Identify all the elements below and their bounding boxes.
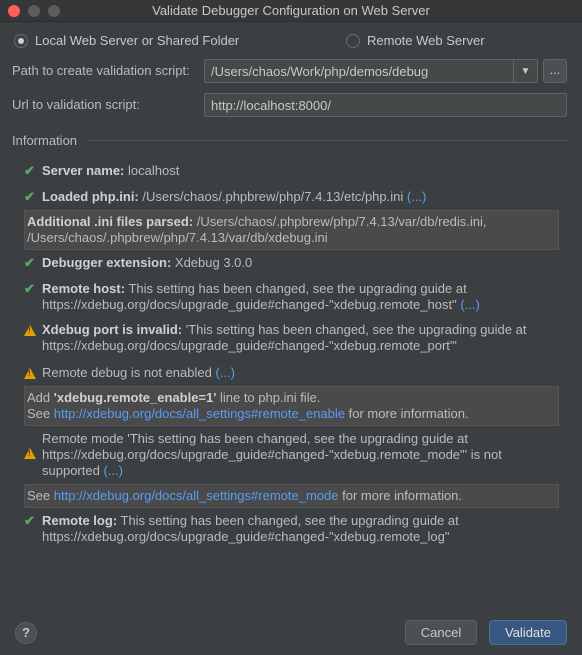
- remote-debug-more-link[interactable]: (...): [215, 365, 235, 380]
- remote-mode-line2: https://xdebug.org/docs/upgrade_guide#ch…: [42, 447, 502, 462]
- remote-enable-box: Add 'xdebug.remote_enable=1' line to php…: [24, 386, 559, 426]
- remote-mode-item: Remote mode 'This setting has been chang…: [24, 431, 502, 479]
- validate-button[interactable]: Validate: [489, 620, 567, 645]
- port-invalid-key: Xdebug port is invalid:: [42, 322, 183, 337]
- remote-host-more-link[interactable]: (...): [460, 297, 480, 312]
- port-invalid-value1: 'This setting has been changed, see the …: [182, 322, 527, 337]
- remote-log-item: ✔ Remote log: This setting has been chan…: [24, 513, 459, 545]
- remote-enable-tail: for more information.: [345, 406, 469, 421]
- path-value: /Users/chaos/Work/php/demos/debug: [211, 64, 429, 79]
- loaded-ini-item: ✔ Loaded php.ini: /Users/chaos/.phpbrew/…: [24, 189, 426, 205]
- remote-mode-line3: supported: [42, 463, 104, 478]
- server-name-item: ✔ Server name: localhost: [24, 163, 179, 179]
- remote-host-value2: https://xdebug.org/docs/upgrade_guide#ch…: [42, 297, 461, 312]
- remote-enable-key: 'xdebug.remote_enable=1': [53, 390, 217, 405]
- remote-mode-see: See: [27, 488, 54, 503]
- remote-enable-post: line to php.ini file.: [216, 390, 321, 405]
- local-server-label: Local Web Server or Shared Folder: [35, 33, 240, 48]
- additional-ini-value1: /Users/chaos/.phpbrew/php/7.4.13/var/db/…: [193, 214, 487, 229]
- remote-host-key: Remote host:: [42, 281, 126, 296]
- url-input[interactable]: [205, 94, 566, 116]
- information-section: Information: [12, 133, 568, 148]
- remote-debug-item: Remote debug is not enabled (...): [24, 365, 235, 381]
- remote-log-value2: https://xdebug.org/docs/upgrade_guide#ch…: [42, 529, 450, 544]
- browse-button[interactable]: ...: [543, 59, 567, 83]
- chevron-down-icon[interactable]: ▼: [513, 60, 537, 82]
- remote-server-label: Remote Web Server: [367, 33, 485, 48]
- check-icon: ✔: [24, 255, 35, 270]
- path-combobox[interactable]: /Users/chaos/Work/php/demos/debug ▼: [204, 59, 538, 83]
- warning-icon: [24, 325, 36, 336]
- remote-debug-text: Remote debug is not enabled: [42, 365, 216, 380]
- title-bar: Validate Debugger Configuration on Web S…: [0, 0, 582, 22]
- radio-unselected-icon: [346, 33, 360, 48]
- remote-enable-see: See: [27, 406, 54, 421]
- remote-mode-tail: for more information.: [338, 488, 463, 503]
- debugger-extension-item: ✔ Debugger extension: Xdebug 3.0.0: [24, 255, 252, 271]
- port-invalid-item: Xdebug port is invalid: 'This setting ha…: [24, 322, 526, 354]
- remote-host-value1: This setting has been changed, see the u…: [125, 281, 467, 296]
- additional-ini-value2: /Users/chaos/.phpbrew/php/7.4.13/var/db/…: [27, 230, 328, 245]
- section-divider: [87, 140, 568, 141]
- remote-log-value1: This setting has been changed, see the u…: [117, 513, 459, 528]
- warning-icon: [24, 368, 36, 379]
- local-server-radio[interactable]: Local Web Server or Shared Folder: [14, 33, 239, 48]
- debugger-extension-value: Xdebug 3.0.0: [171, 255, 253, 270]
- server-name-value: localhost: [124, 163, 180, 178]
- debugger-extension-key: Debugger extension:: [42, 255, 172, 270]
- radio-selected-icon: [14, 33, 28, 48]
- help-button[interactable]: ?: [15, 622, 37, 644]
- loaded-ini-more-link[interactable]: (...): [407, 189, 427, 204]
- remote-mode-box: See http://xdebug.org/docs/all_settings#…: [24, 484, 559, 508]
- path-label: Path to create validation script:: [12, 63, 190, 78]
- check-icon: ✔: [24, 163, 35, 178]
- check-icon: ✔: [24, 189, 35, 204]
- server-name-key: Server name:: [42, 163, 125, 178]
- cancel-button[interactable]: Cancel: [405, 620, 477, 645]
- url-field[interactable]: [204, 93, 567, 117]
- remote-log-key: Remote log:: [42, 513, 118, 528]
- additional-ini-box: Additional .ini files parsed: /Users/cha…: [24, 210, 559, 250]
- check-icon: ✔: [24, 281, 35, 296]
- remote-enable-pre: Add: [27, 390, 54, 405]
- url-label: Url to validation script:: [12, 97, 140, 112]
- remote-host-item: ✔ Remote host: This setting has been cha…: [24, 281, 480, 313]
- additional-ini-key: Additional .ini files parsed:: [27, 214, 194, 229]
- remote-mode-more-link[interactable]: (...): [103, 463, 123, 478]
- remote-mode-link[interactable]: http://xdebug.org/docs/all_settings#remo…: [54, 488, 339, 503]
- port-invalid-value2: https://xdebug.org/docs/upgrade_guide#ch…: [42, 338, 458, 353]
- check-icon: ✔: [24, 513, 35, 528]
- remote-mode-line1: Remote mode 'This setting has been chang…: [42, 431, 468, 446]
- remote-server-radio[interactable]: Remote Web Server: [346, 33, 485, 48]
- window-title: Validate Debugger Configuration on Web S…: [152, 3, 430, 18]
- remote-enable-link[interactable]: http://xdebug.org/docs/all_settings#remo…: [54, 406, 345, 421]
- warning-icon: [24, 448, 36, 459]
- loaded-ini-value: /Users/chaos/.phpbrew/php/7.4.13/etc/php…: [138, 189, 407, 204]
- information-heading: Information: [12, 133, 78, 148]
- loaded-ini-key: Loaded php.ini:: [42, 189, 139, 204]
